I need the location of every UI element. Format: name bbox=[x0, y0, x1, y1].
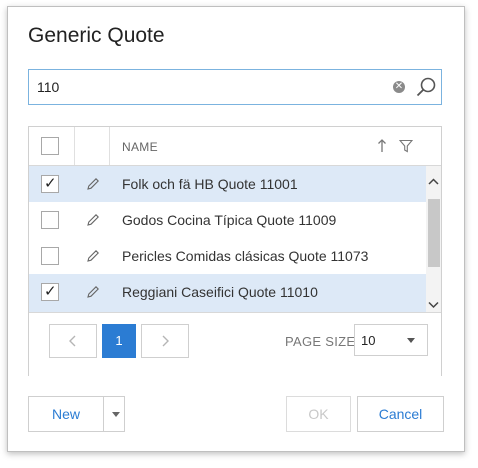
clear-icon[interactable]: ✕ bbox=[393, 81, 405, 93]
filter-icon[interactable] bbox=[399, 139, 413, 153]
table-row[interactable]: ✓ Folk och fä HB Quote 11001 bbox=[29, 166, 426, 202]
chevron-down-icon[interactable] bbox=[426, 298, 441, 312]
quote-name: Reggiani Caseifici Quote 11010 bbox=[122, 284, 318, 300]
row-checkbox[interactable] bbox=[41, 247, 59, 265]
pencil-icon[interactable] bbox=[85, 248, 101, 264]
pencil-icon[interactable] bbox=[85, 212, 101, 228]
table-row[interactable]: Godos Cocina Típica Quote 11009 bbox=[29, 202, 426, 238]
chevron-right-icon bbox=[162, 335, 169, 347]
table-row[interactable]: Pericles Comidas clásicas Quote 11073 bbox=[29, 238, 426, 274]
row-checkbox[interactable] bbox=[41, 211, 59, 229]
grid-header: NAME bbox=[29, 127, 441, 166]
page-button-current[interactable]: 1 bbox=[102, 324, 136, 358]
chevron-up-icon[interactable] bbox=[426, 175, 441, 189]
caret-down-icon bbox=[112, 412, 120, 417]
generic-quote-dialog: Generic Quote ✕ NAME ✓ bbox=[7, 6, 465, 452]
chevron-left-icon bbox=[69, 335, 76, 347]
checkmark-icon: ✓ bbox=[44, 175, 57, 192]
vertical-scrollbar[interactable] bbox=[426, 166, 441, 312]
quote-name: Folk och fä HB Quote 11001 bbox=[122, 176, 298, 192]
search-box: ✕ bbox=[28, 69, 442, 105]
row-checkbox[interactable]: ✓ bbox=[41, 175, 59, 193]
search-input[interactable] bbox=[37, 78, 377, 96]
page-size-select[interactable]: 10 bbox=[354, 324, 428, 356]
page-size-value: 10 bbox=[361, 333, 376, 348]
new-button[interactable]: New bbox=[28, 396, 104, 432]
pencil-icon[interactable] bbox=[85, 176, 101, 192]
pencil-icon[interactable] bbox=[85, 284, 101, 300]
page-size-label: PAGE SIZE bbox=[285, 334, 356, 349]
column-separator bbox=[74, 127, 75, 165]
prev-page-button[interactable] bbox=[49, 324, 97, 358]
pager: 1 PAGE SIZE 10 bbox=[29, 312, 441, 376]
quote-name: Godos Cocina Típica Quote 11009 bbox=[122, 212, 337, 228]
scrollbar-thumb[interactable] bbox=[428, 199, 440, 267]
sort-ascending-icon[interactable] bbox=[376, 138, 388, 154]
quote-grid: NAME ✓ Folk och fä HB Quote 11001 Godos … bbox=[28, 126, 442, 376]
select-all-checkbox[interactable] bbox=[41, 137, 59, 155]
row-checkbox[interactable]: ✓ bbox=[41, 283, 59, 301]
table-row[interactable]: ✓ Reggiani Caseifici Quote 11010 bbox=[29, 274, 426, 312]
next-page-button[interactable] bbox=[141, 324, 189, 358]
ok-button[interactable]: OK bbox=[286, 396, 351, 432]
search-icon[interactable] bbox=[415, 76, 437, 98]
cancel-button[interactable]: Cancel bbox=[357, 396, 444, 432]
quote-name: Pericles Comidas clásicas Quote 11073 bbox=[122, 248, 369, 264]
caret-down-icon bbox=[407, 338, 415, 343]
column-header-name[interactable]: NAME bbox=[122, 140, 158, 154]
dialog-title: Generic Quote bbox=[28, 24, 165, 47]
checkmark-icon: ✓ bbox=[44, 283, 57, 300]
new-dropdown-button[interactable] bbox=[103, 396, 125, 432]
column-separator bbox=[109, 127, 110, 165]
